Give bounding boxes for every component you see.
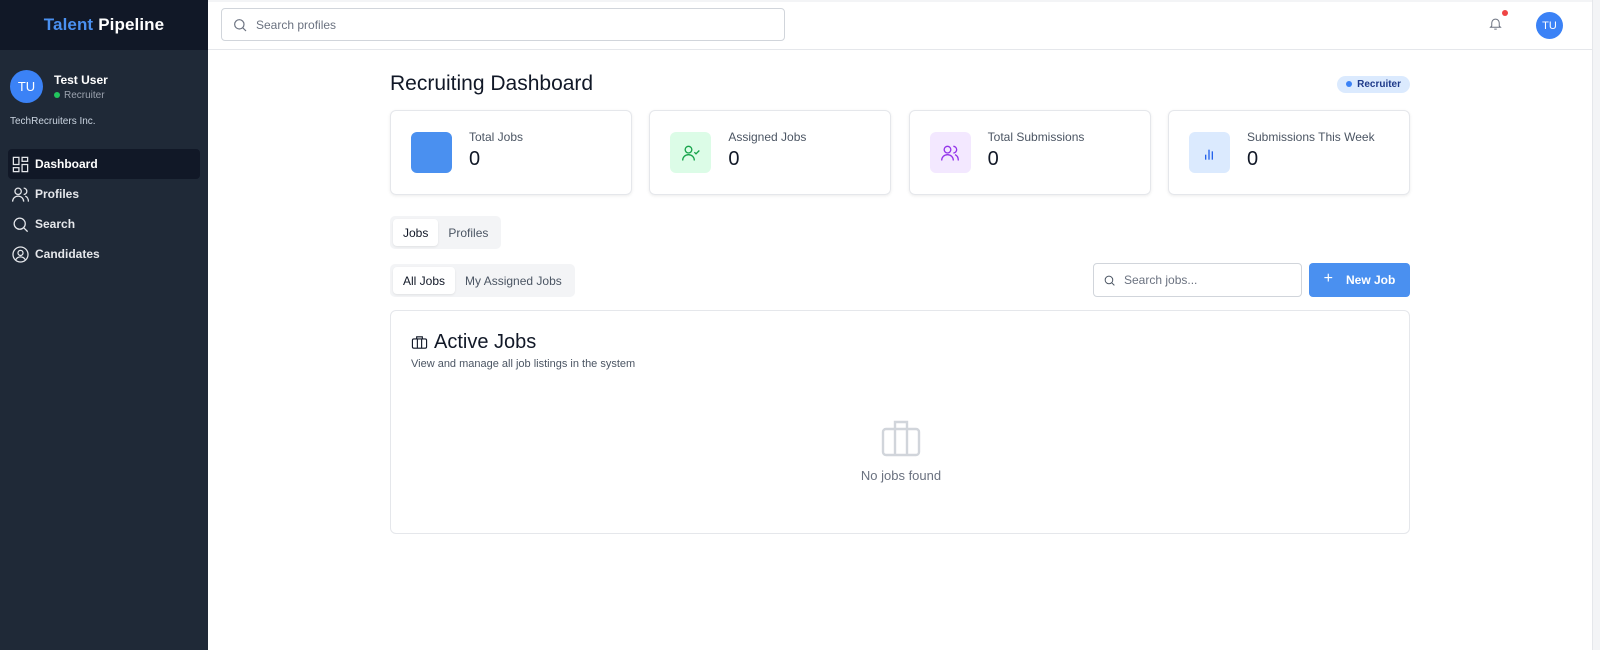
bar-chart-icon: [1205, 149, 1214, 160]
stat-value: 0: [987, 148, 999, 170]
avatar[interactable]: TU: [10, 70, 43, 103]
stat-label: Total Jobs: [469, 130, 524, 144]
stat-card-assigned-jobs: Assigned Jobs 0: [649, 110, 892, 195]
brand-logo[interactable]: Talent Pipeline: [0, 0, 208, 50]
stat-label: Assigned Jobs: [728, 130, 807, 144]
stats-row: Total Jobs 0 Assigned Jobs 0 Total Submi…: [390, 110, 1410, 195]
stat-value: 0: [728, 148, 740, 170]
stat-value: 0: [469, 148, 481, 170]
empty-state-text: No jobs found: [860, 468, 942, 483]
company-name: TechRecruiters Inc.: [10, 116, 96, 127]
stat-icon-box: [670, 132, 712, 173]
role-badge-label: Recruiter: [1357, 78, 1401, 90]
page-scrollbar[interactable]: [1592, 0, 1600, 650]
new-job-label: New Job: [1346, 273, 1396, 287]
user-profile-block: TU Test User Recruiter TechRecruiters In…: [0, 50, 208, 127]
stat-icon-box: [1188, 132, 1230, 173]
active-jobs-subtitle: View and manage all job listings in the …: [411, 358, 636, 370]
sidebar-nav: Dashboard Profiles Search Candidates: [0, 149, 208, 269]
profile-search-input[interactable]: [256, 17, 756, 32]
profile-search-box[interactable]: [221, 8, 785, 41]
role-badge: Recruiter: [1337, 75, 1410, 93]
tab-profiles[interactable]: Profiles: [438, 219, 498, 246]
bell-icon: [1489, 18, 1502, 30]
stat-value: 0: [1246, 148, 1259, 170]
job-search-box[interactable]: [1093, 263, 1302, 297]
online-status-dot: [54, 92, 60, 98]
plus-icon: +: [1323, 270, 1333, 287]
stat-card-total-jobs: Total Jobs 0: [390, 110, 632, 195]
tab-all-jobs[interactable]: All Jobs: [393, 267, 456, 294]
sidebar: Talent Pipeline TU Test User Recruiter T…: [0, 0, 208, 650]
active-jobs-card: Active Jobs View and manage all job list…: [390, 310, 1410, 534]
stat-card-submissions-this-week: Submissions This Week 0: [1167, 110, 1410, 195]
user-role: Recruiter: [54, 90, 108, 101]
sidebar-item-label: Candidates: [35, 247, 100, 261]
sidebar-item-candidates[interactable]: Candidates: [8, 239, 200, 269]
page-title: Recruiting Dashboard: [390, 72, 594, 95]
sidebar-item-label: Dashboard: [35, 157, 98, 171]
briefcase-icon: [881, 420, 921, 457]
notification-dot: [1502, 10, 1508, 16]
user-name: Test User: [54, 72, 108, 87]
briefcase-icon: [411, 336, 428, 349]
sidebar-item-label: Search: [35, 217, 76, 231]
brand-name-part2: Pipeline: [98, 15, 165, 34]
sidebar-item-profiles[interactable]: Profiles: [8, 179, 200, 209]
sidebar-item-dashboard[interactable]: Dashboard: [8, 149, 200, 179]
user-check-icon: [681, 145, 700, 161]
user-avatar-button[interactable]: TU: [1536, 12, 1563, 39]
job-filter-tabs: All Jobs My Assigned Jobs: [390, 264, 575, 297]
tab-jobs[interactable]: Jobs: [393, 219, 439, 246]
search-icon: [1104, 275, 1115, 286]
user-role-label: Recruiter: [64, 89, 105, 101]
stat-label: Submissions This Week: [1246, 130, 1375, 144]
users-icon: [941, 145, 960, 161]
brand-name-part1: Talent: [43, 15, 94, 34]
sidebar-item-label: Profiles: [35, 187, 80, 201]
tab-my-assigned-jobs[interactable]: My Assigned Jobs: [455, 267, 572, 294]
user-circle-icon: [12, 245, 29, 263]
stat-card-total-submissions: Total Submissions 0: [908, 110, 1151, 195]
job-search-input[interactable]: [1124, 273, 1294, 287]
empty-state: No jobs found: [391, 419, 1411, 483]
dashboard-icon: [12, 156, 29, 172]
new-job-button[interactable]: + New Job: [1309, 263, 1410, 297]
stat-label: Total Submissions: [987, 130, 1085, 144]
role-badge-dot: [1346, 81, 1353, 87]
notifications-button[interactable]: [1488, 10, 1508, 36]
square-icon: [411, 132, 452, 173]
search-icon: [234, 18, 247, 31]
stat-icon-box: [929, 132, 971, 173]
users-icon: [11, 187, 30, 202]
top-bar: TU: [208, 0, 1592, 50]
main-tabs: Jobs Profiles: [390, 216, 502, 249]
sidebar-item-search[interactable]: Search: [8, 209, 200, 239]
active-jobs-title: Active Jobs: [434, 331, 537, 353]
search-icon: [13, 217, 29, 232]
